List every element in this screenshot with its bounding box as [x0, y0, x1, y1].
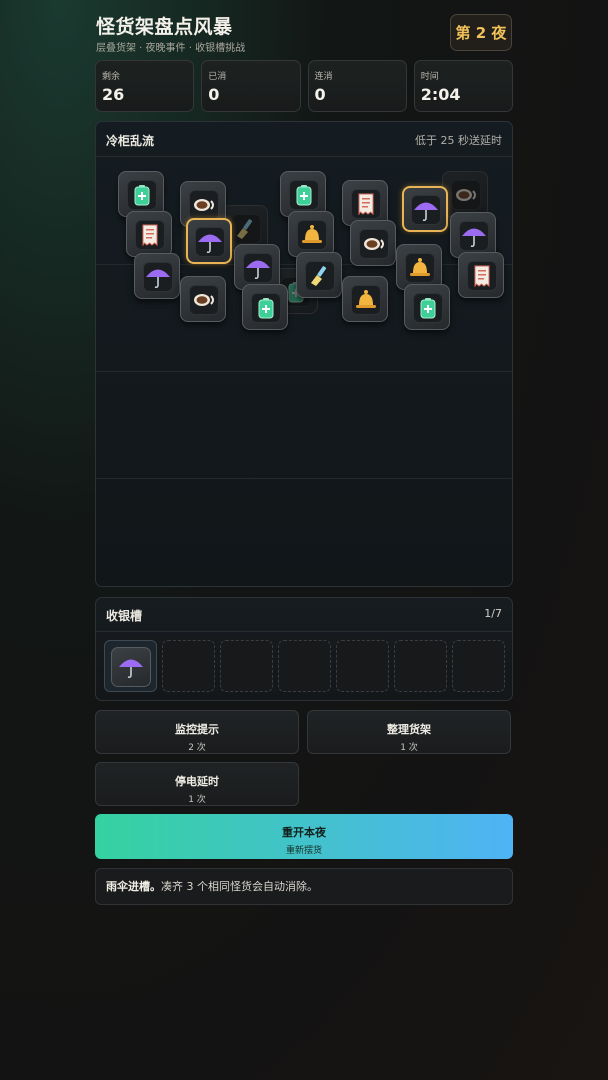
umbrella-icon [459, 221, 489, 251]
tray-slot [162, 640, 215, 692]
game-subtitle: 层叠货架 · 夜晚事件 · 收银槽挑战 [96, 43, 246, 54]
bell-icon [351, 285, 381, 315]
stat-combo: 连消 0 [307, 60, 407, 112]
tray-slot [104, 640, 157, 692]
tray-title: 收银槽 [106, 609, 143, 623]
status-message-text: 凑齐 3 个相同怪货会自动消除。 [161, 880, 318, 893]
coffee-icon [189, 190, 219, 220]
tile-battery[interactable] [242, 284, 288, 330]
tile-bell[interactable] [342, 276, 388, 322]
tray-slot [394, 640, 447, 692]
stat-label: 时间 [420, 72, 439, 82]
tile-umbrella[interactable] [186, 218, 232, 264]
battery-icon [413, 293, 443, 323]
stat-value: 26 [102, 85, 125, 104]
tray-slots [104, 640, 505, 692]
battery-icon [127, 180, 157, 210]
umbrella-icon [411, 195, 441, 225]
night-badge: 第 2 夜 [450, 14, 512, 51]
tile-battery[interactable] [404, 284, 450, 330]
tile-coffee[interactable] [180, 276, 226, 322]
bell-icon [405, 253, 435, 283]
tray-slot [452, 640, 505, 692]
stat-time: 时间 2:04 [413, 60, 513, 112]
restart-button-sub: 重新摆货 [285, 846, 322, 856]
stat-label: 已消 [208, 72, 227, 82]
tray-slot [336, 640, 389, 692]
checkout-tray: 收银槽 1/7 [95, 597, 513, 701]
header: 怪货架盘点风暴 层叠货架 · 夜晚事件 · 收银槽挑战 第 2 夜 [95, 0, 513, 58]
stat-label: 剩余 [102, 72, 121, 82]
umbrella-icon [143, 262, 173, 292]
tray-count: 1/7 [484, 607, 502, 620]
tile-coffee [442, 171, 488, 217]
coffee-icon [451, 180, 481, 210]
tile-bell[interactable] [288, 211, 334, 257]
stat-value: 0 [314, 85, 326, 104]
coffee-icon [359, 229, 389, 259]
status-message-bold: 雨伞进槽。 [106, 880, 161, 893]
coffee-icon [189, 285, 219, 315]
bell-icon [297, 220, 327, 250]
stat-value: 0 [208, 85, 220, 104]
tile-umbrella[interactable] [134, 253, 180, 299]
freeze-button-count: 1 次 [188, 795, 206, 805]
shelf-divider [96, 478, 512, 479]
restart-button[interactable]: 重开本夜 重新摆货 [95, 814, 513, 859]
hint-button-label: 监控提示 [175, 723, 219, 736]
tile-broom[interactable] [296, 252, 342, 298]
hint-button[interactable]: 监控提示 2 次 [95, 710, 299, 754]
tile-receipt[interactable] [126, 211, 172, 257]
shuffle-button[interactable]: 整理货架 1 次 [307, 710, 511, 754]
tray-header: 收银槽 1/7 [96, 598, 512, 632]
status-message: 雨伞进槽。凑齐 3 个相同怪货会自动消除。 [95, 868, 513, 905]
event-title: 冷柜乱流 [106, 134, 155, 148]
restart-button-label: 重开本夜 [282, 826, 326, 839]
shuffle-button-count: 1 次 [400, 743, 418, 753]
stat-remaining: 剩余 26 [95, 60, 195, 112]
stat-cleared: 已消 0 [201, 60, 301, 112]
receipt-icon [351, 189, 381, 219]
tile-coffee[interactable] [350, 220, 396, 266]
shelf-board: 冷柜乱流 低于 25 秒送延时 [95, 121, 513, 587]
shuffle-button-label: 整理货架 [387, 723, 431, 736]
tile-umbrella[interactable] [402, 186, 448, 232]
tray-slot [220, 640, 273, 692]
game-app: 怪货架盘点风暴 层叠货架 · 夜晚事件 · 收银槽挑战 第 2 夜 剩余 26 … [95, 0, 513, 905]
game-title: 怪货架盘点风暴 [96, 16, 233, 38]
shelf-divider [96, 371, 512, 372]
battery-icon [251, 293, 281, 323]
freeze-button[interactable]: 停电延时 1 次 [95, 762, 299, 806]
receipt-icon [467, 261, 497, 291]
umbrella-icon [243, 253, 273, 283]
tile-receipt[interactable] [458, 252, 504, 298]
hint-button-count: 2 次 [188, 743, 206, 753]
broom-icon [305, 261, 335, 291]
receipt-icon [135, 220, 165, 250]
umbrella-icon [195, 227, 225, 257]
board-header: 冷柜乱流 低于 25 秒送延时 [96, 122, 512, 157]
battery-icon [289, 180, 319, 210]
freeze-button-label: 停电延时 [175, 775, 219, 788]
umbrella-icon [111, 647, 151, 687]
stats-bar: 剩余 26 已消 0 连消 0 时间 2:04 [95, 60, 513, 112]
event-hint: 低于 25 秒送延时 [415, 134, 502, 147]
broom-icon [231, 214, 261, 244]
tray-slot [278, 640, 331, 692]
stat-value: 2:04 [420, 85, 461, 104]
stat-label: 连消 [314, 72, 333, 82]
